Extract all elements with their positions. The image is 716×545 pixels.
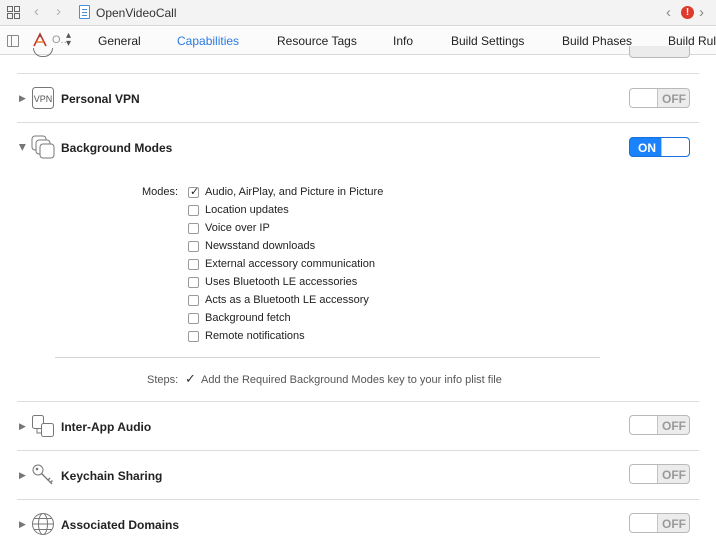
- toggle-state: OFF: [662, 419, 686, 433]
- disclosure-triangle-icon[interactable]: ▶: [19, 519, 26, 530]
- mode-label[interactable]: Uses Bluetooth LE accessories: [205, 276, 357, 288]
- disclosure-triangle-icon[interactable]: ▶: [19, 421, 26, 432]
- editor-tab-bar: O.. ▴ ▾ General Capabilities Resource Tag…: [0, 27, 716, 55]
- mode-label[interactable]: Acts as a Bluetooth LE accessory: [205, 294, 369, 306]
- disclosure-triangle-icon[interactable]: ▶: [19, 470, 26, 481]
- checkbox[interactable]: [188, 205, 199, 216]
- toggle-state: OFF: [662, 468, 686, 482]
- mode-label[interactable]: Voice over IP: [205, 222, 270, 234]
- toggle-knob: [630, 514, 658, 532]
- capability-title-associated-domains: Associated Domains: [61, 518, 180, 532]
- row-divider: [17, 499, 699, 500]
- checkbox[interactable]: [188, 223, 199, 234]
- tab-resource-tags[interactable]: Resource Tags: [277, 34, 357, 48]
- back-arrow-icon[interactable]: ‹: [34, 4, 39, 20]
- row-divider: [17, 450, 699, 451]
- disclosure-triangle-icon[interactable]: ▶: [19, 93, 26, 104]
- mode-label[interactable]: External accessory communication: [205, 258, 375, 270]
- capability-title-background-modes: Background Modes: [61, 141, 173, 155]
- mode-label[interactable]: Background fetch: [205, 312, 291, 324]
- capability-icon-partial: [33, 48, 53, 57]
- mode-label[interactable]: Remote notifications: [205, 330, 305, 342]
- tab-capabilities[interactable]: Capabilities: [177, 34, 239, 48]
- step-text: Add the Required Background Modes key to…: [201, 374, 502, 386]
- inter-app-audio-toggle[interactable]: OFF: [629, 415, 690, 435]
- grid-icon[interactable]: [7, 6, 20, 19]
- app-target-icon[interactable]: [32, 32, 48, 48]
- row-divider: [17, 122, 699, 123]
- toggle-knob: [630, 465, 658, 483]
- target-chevron-icon[interactable]: ▴ ▾: [66, 31, 71, 49]
- mode-label[interactable]: Audio, AirPlay, and Picture in Picture: [205, 186, 383, 198]
- checkbox[interactable]: [188, 313, 199, 324]
- forward-arrow-icon[interactable]: ›: [56, 4, 61, 20]
- top-bar: ‹ › OpenVideoCall ‹ ! ›: [0, 0, 716, 26]
- sidebar-toggle-icon[interactable]: [7, 35, 19, 47]
- row-divider: [17, 73, 699, 74]
- steps-label: Steps:: [147, 374, 179, 386]
- background-modes-icon: [31, 135, 55, 159]
- capability-title-personal-vpn: Personal VPN: [61, 92, 140, 106]
- capability-title-keychain-sharing: Keychain Sharing: [61, 469, 163, 483]
- issue-back-icon[interactable]: ‹: [666, 4, 671, 21]
- disclosure-triangle-expanded-icon[interactable]: ▶: [17, 144, 28, 151]
- personal-vpn-toggle[interactable]: OFF: [629, 88, 690, 108]
- tab-info[interactable]: Info: [393, 34, 413, 48]
- vpn-icon-text: VPN: [34, 94, 53, 104]
- checkbox[interactable]: [188, 295, 199, 306]
- checkmark-icon: ✓: [190, 186, 200, 198]
- tab-build-phases[interactable]: Build Phases: [562, 34, 632, 48]
- checkbox[interactable]: [188, 241, 199, 252]
- background-modes-toggle[interactable]: ON: [629, 137, 690, 157]
- checkbox[interactable]: ✓: [188, 186, 200, 198]
- target-name[interactable]: O..: [52, 34, 67, 46]
- vpn-icon: VPN: [32, 87, 54, 109]
- tab-general[interactable]: General: [98, 34, 141, 48]
- checkbox[interactable]: [188, 277, 199, 288]
- inter-app-audio-icon: [32, 415, 54, 437]
- issue-forward-icon[interactable]: ›: [699, 4, 704, 21]
- checkbox[interactable]: [188, 259, 199, 270]
- steps-divider: [55, 357, 600, 358]
- toggle-state: OFF: [662, 92, 686, 106]
- toggle-state: ON: [638, 141, 656, 155]
- tab-build-settings[interactable]: Build Settings: [451, 34, 524, 48]
- toggle-partial[interactable]: [629, 46, 690, 58]
- file-title[interactable]: OpenVideoCall: [96, 6, 177, 20]
- modes-label: Modes:: [142, 186, 179, 198]
- keychain-icon: [32, 464, 53, 485]
- checkbox[interactable]: [188, 331, 199, 342]
- toggle-knob: [630, 416, 658, 434]
- row-divider: [17, 401, 699, 402]
- globe-icon: [32, 513, 54, 535]
- toggle-state: OFF: [662, 517, 686, 531]
- associated-domains-toggle[interactable]: OFF: [629, 513, 690, 533]
- mode-label[interactable]: Location updates: [205, 204, 289, 216]
- toggle-knob: [661, 138, 689, 156]
- project-file-icon: [79, 5, 90, 19]
- toggle-knob: [630, 89, 658, 107]
- mode-label[interactable]: Newsstand downloads: [205, 240, 315, 252]
- step-checkmark-icon: ✓: [185, 371, 196, 386]
- keychain-sharing-toggle[interactable]: OFF: [629, 464, 690, 484]
- error-icon[interactable]: !: [681, 6, 694, 19]
- capability-title-inter-app-audio: Inter-App Audio: [61, 420, 152, 434]
